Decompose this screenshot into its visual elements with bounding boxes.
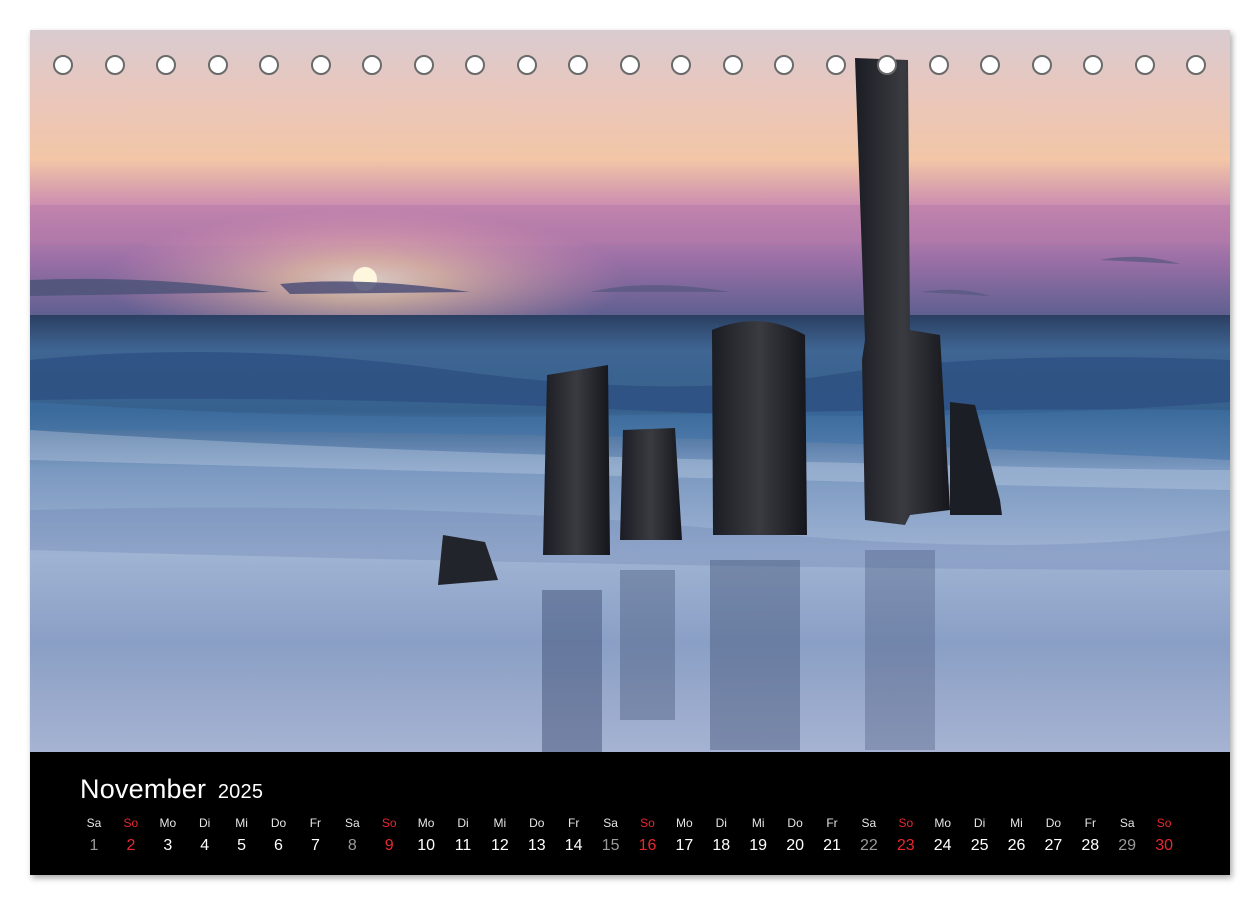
day-number: 29 (1118, 837, 1137, 854)
month-title: November 2025 (80, 774, 263, 805)
weekday-label: So (381, 816, 397, 830)
day-number: 24 (933, 837, 952, 854)
binding-hole (568, 55, 588, 75)
day-number: 28 (1081, 837, 1100, 854)
weekday-label: So (640, 816, 655, 830)
binding-hole (516, 55, 537, 75)
weekday-label: Fr (568, 816, 580, 830)
weekday-label: Mi (1010, 816, 1023, 830)
binding-hole (1134, 55, 1155, 75)
binding-hole (1083, 55, 1103, 75)
weekday-label: Di (715, 816, 727, 830)
binding-hole (877, 55, 897, 75)
calendar-strip: November 2025 Sa 1 So 2 Mo 3 Di 4 Mi 5 Do 6 Fr 7 Sa 8 So… (30, 752, 1230, 875)
binding-hole (1186, 55, 1206, 75)
day-number: 25 (970, 837, 989, 854)
binding-hole (722, 55, 743, 75)
day-number: 19 (749, 837, 768, 854)
weekday-label: Mo (159, 816, 177, 830)
day-number: 15 (601, 837, 620, 854)
weekday-label: Sa (86, 816, 102, 830)
day-number: 6 (274, 837, 283, 854)
binding-hole (619, 55, 640, 75)
day-number: 20 (786, 837, 804, 854)
weekday-label: So (123, 816, 139, 830)
binding-hole (465, 55, 485, 75)
weekday-label: Fr (309, 816, 322, 830)
day-number: 1 (89, 837, 99, 854)
weekday-label: Sa (344, 816, 360, 830)
weekday-label: Mi (751, 816, 765, 830)
weekday-label: Fr (826, 816, 838, 830)
day-number: 18 (712, 837, 731, 854)
weekday-label: Sa (603, 816, 618, 830)
weekday-label: Fr (1084, 816, 1096, 830)
day-number: 27 (1044, 837, 1063, 854)
binding-hole (1031, 55, 1052, 75)
year: 2025 (217, 781, 264, 803)
weekday-label: Mi (493, 816, 507, 830)
binding-hole (825, 55, 846, 75)
seascape-photo (30, 30, 1230, 752)
calendar-page: November 2025 Sa 1 So 2 Mo 3 Di 4 Mi 5 Do 6 Fr 7 Sa 8 So… (30, 30, 1230, 875)
day-number: 4 (200, 837, 210, 854)
day-number: 23 (896, 837, 915, 854)
weekday-label: Sa (861, 816, 877, 830)
day-number: 12 (490, 837, 509, 854)
weekday-label: Mo (934, 816, 952, 830)
day-number: 10 (417, 837, 435, 854)
binding-hole (104, 55, 125, 75)
weekday-label: So (898, 816, 914, 830)
day-number: 13 (527, 837, 546, 854)
weekday-label: Sa (1119, 816, 1135, 830)
binding-hole (928, 55, 949, 75)
weekday-label: Do (1045, 816, 1062, 830)
weekday-label: Do (270, 816, 287, 830)
weekday-label: Mi (235, 816, 248, 830)
day-number: 5 (237, 837, 247, 854)
weekday-label: Mo (676, 816, 693, 830)
day-number: 2 (126, 837, 136, 854)
binding-hole (207, 55, 228, 75)
day-number: 30 (1155, 837, 1173, 854)
weekday-label: Di (199, 816, 211, 830)
binding-hole (774, 55, 794, 75)
binding-hole (310, 55, 331, 75)
binding-hole (53, 55, 73, 75)
day-number: 7 (310, 837, 320, 854)
weekday-label: Di (973, 816, 986, 830)
day-number: 9 (384, 837, 394, 854)
day-number: 8 (347, 837, 357, 854)
month-name: November (80, 774, 207, 804)
day-number: 14 (564, 837, 583, 854)
binding-hole (413, 55, 434, 75)
day-number: 11 (454, 837, 472, 854)
weekday-label: Mo (417, 816, 435, 830)
binding-hole (671, 55, 691, 75)
binding-hole (980, 55, 1000, 75)
binding-hole (156, 55, 176, 75)
day-number: 3 (163, 837, 173, 854)
day-number: 22 (859, 837, 878, 854)
weekday-label: Di (457, 816, 469, 830)
binding-hole (362, 55, 382, 75)
weekday-label: So (1156, 816, 1172, 830)
weekday-label: Do (787, 816, 803, 830)
binding-rings (30, 30, 1230, 100)
binding-hole (259, 55, 279, 75)
day-number: 17 (675, 837, 694, 854)
day-number: 16 (638, 837, 657, 854)
day-number: 21 (823, 837, 841, 854)
weekday-label: Do (529, 816, 545, 830)
day-number: 26 (1007, 837, 1026, 854)
